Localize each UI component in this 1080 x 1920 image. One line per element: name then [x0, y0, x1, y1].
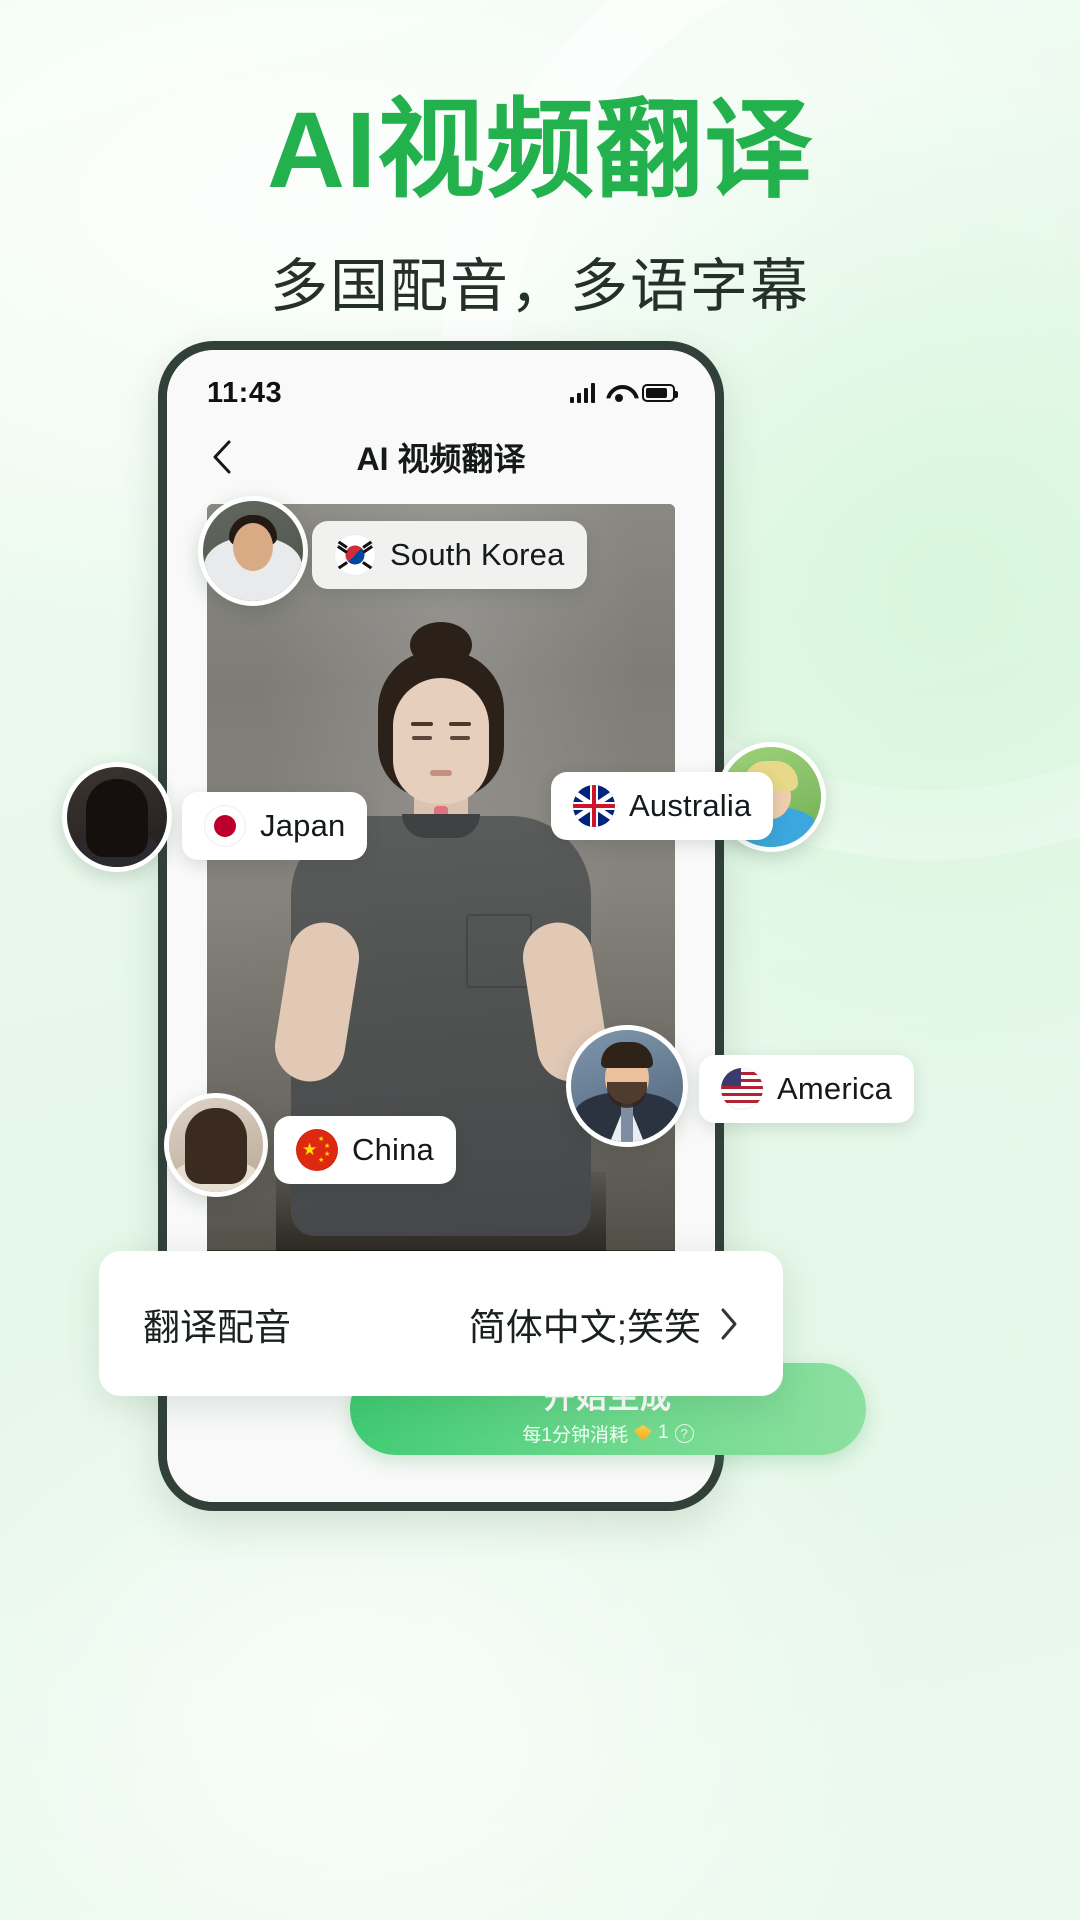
- badge-south-korea[interactable]: South Korea: [312, 521, 587, 589]
- flag-australia-icon: [573, 785, 615, 827]
- page-title: AI视频翻译: [266, 89, 813, 210]
- subject-pocket: [466, 914, 532, 988]
- translate-dubbing-value-group[interactable]: 简体中文;笑笑: [469, 1297, 739, 1351]
- badge-australia[interactable]: Australia: [551, 772, 774, 840]
- flag-china-icon: ★ ★ ★ ★ ★: [296, 1129, 338, 1171]
- badge-japan[interactable]: Japan: [182, 792, 368, 860]
- avatar-japanese-woman[interactable]: [62, 762, 172, 872]
- back-button[interactable]: [199, 434, 245, 480]
- chevron-left-icon: [213, 440, 231, 474]
- flag-south-korea-icon: [334, 534, 376, 576]
- status-bar-time: 11:43: [207, 376, 283, 409]
- page-subtitle: 多国配音，多语字幕: [269, 254, 810, 320]
- flag-america-icon: [721, 1068, 763, 1110]
- badge-america[interactable]: America: [699, 1055, 915, 1123]
- gem-icon: [634, 1425, 652, 1441]
- cta-cost-value: 1: [658, 1422, 669, 1443]
- badge-label: South Korea: [390, 537, 565, 572]
- video-subject: [269, 592, 613, 1312]
- translate-dubbing-value: 简体中文;笑笑: [468, 1306, 701, 1348]
- nav-title: AI 视频翻译: [356, 441, 526, 477]
- flag-japan-icon: [204, 805, 246, 847]
- cta-cost-prefix: 每1分钟消耗: [522, 1424, 628, 1446]
- badge-china[interactable]: ★ ★ ★ ★ ★ China: [274, 1116, 456, 1184]
- avatar-chinese-woman[interactable]: [164, 1093, 268, 1197]
- badge-label: Australia: [629, 788, 752, 823]
- status-bar: 11:43: [167, 350, 715, 418]
- cta-cost-row: 每1分钟消耗 1 ?: [522, 1420, 694, 1447]
- subject-face: [393, 678, 489, 804]
- question-mark-icon[interactable]: ?: [674, 1423, 694, 1443]
- nav-bar: AI 视频翻译: [167, 418, 715, 496]
- hero-section: AI视频翻译 多国配音，多语字幕: [0, 86, 1080, 323]
- badge-label: America: [777, 1071, 893, 1106]
- translate-dubbing-label: 翻译配音: [143, 1306, 291, 1348]
- badge-label: China: [352, 1132, 434, 1167]
- avatar-korean-man[interactable]: [198, 496, 308, 606]
- subject-collar: [402, 814, 480, 838]
- avatar-american-man[interactable]: [566, 1025, 688, 1147]
- translate-dubbing-row[interactable]: 翻译配音 简体中文;笑笑: [99, 1251, 783, 1396]
- video-preview[interactable]: 00:00/00:48: [207, 504, 675, 1312]
- battery-icon: [642, 384, 678, 402]
- chevron-right-icon: [721, 1308, 737, 1339]
- badge-label: Japan: [260, 808, 346, 843]
- status-bar-icons: [569, 383, 678, 403]
- signal-bars-icon: [569, 383, 595, 403]
- wifi-icon: [606, 384, 631, 403]
